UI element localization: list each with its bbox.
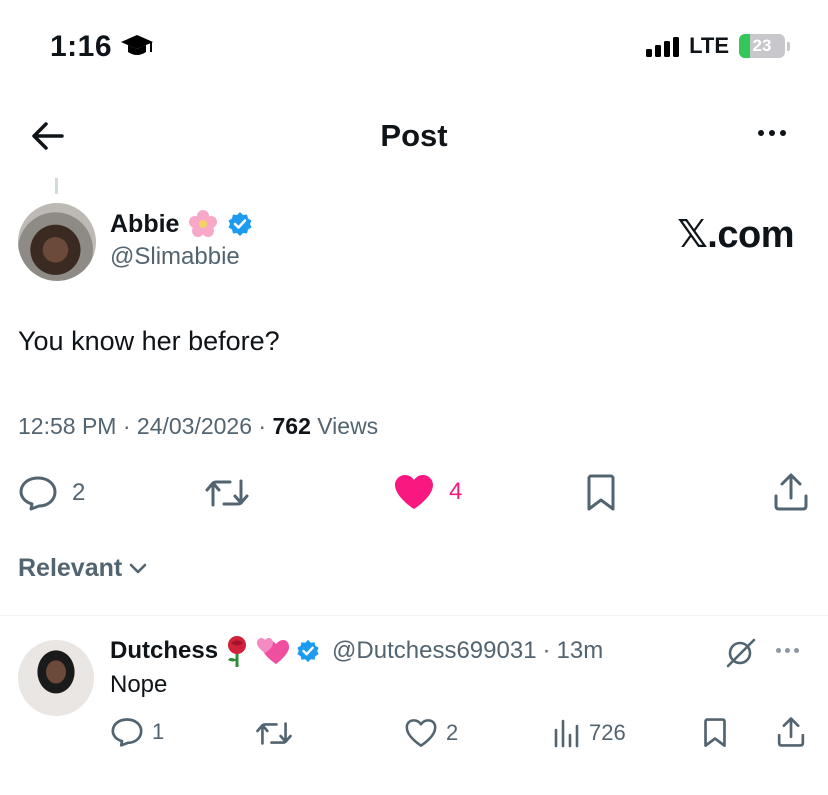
like-button[interactable]: 4 [393, 473, 462, 511]
rose-emoji-icon [228, 636, 247, 667]
repost-button[interactable] [204, 477, 250, 509]
post-date: 24/03/2026 [136, 413, 253, 439]
reply-header: Dutchess @Dutchess699031 · 13m [110, 634, 603, 668]
post-text: You know her before? [18, 326, 280, 356]
reply-more-options-icon[interactable] [776, 648, 799, 653]
divider [0, 615, 828, 616]
battery-fill [739, 34, 750, 58]
page-title: Post [380, 118, 448, 153]
reply-icon [111, 718, 143, 747]
battery-text: 23 [752, 36, 772, 55]
reply-icon [19, 476, 57, 511]
thread-line [55, 178, 58, 194]
signal-icon [646, 35, 680, 57]
reply-button[interactable]: 2 [18, 475, 85, 511]
views-label: Views [317, 413, 379, 439]
reply-text: Nope [110, 671, 168, 698]
hearts-emoji-icon [257, 638, 290, 664]
reply-bookmark-icon[interactable] [701, 718, 729, 748]
bookmark-icon[interactable] [584, 474, 618, 512]
reply-repost-button[interactable] [255, 720, 293, 747]
grok-icon[interactable] [724, 636, 758, 670]
more-options-icon[interactable] [758, 120, 786, 146]
verified-badge-icon [228, 212, 252, 236]
graduation-cap-icon [121, 35, 154, 55]
clock-text: 1:16 [50, 30, 113, 63]
battery-icon: 23 [739, 34, 790, 58]
share-icon[interactable] [772, 472, 810, 512]
reply-views-button[interactable]: 726 [553, 718, 626, 748]
reply-like-button[interactable]: 2 [404, 718, 458, 748]
author-name-row[interactable]: Abbie [110, 208, 253, 240]
repost-icon [205, 479, 249, 507]
reply-count: 2 [72, 479, 86, 506]
repost-icon [256, 722, 292, 745]
sort-dropdown[interactable]: Relevant [18, 554, 148, 583]
heart-outline-icon [405, 719, 437, 747]
author-avatar[interactable] [18, 203, 96, 281]
reply-reply-button[interactable]: 1 [110, 717, 164, 747]
author-handle[interactable]: @Slimabbie [110, 243, 240, 271]
author-name: Abbie [110, 209, 180, 238]
heart-filled-icon [395, 475, 433, 509]
chevron-down-icon [129, 563, 147, 573]
reply-time: 13m [556, 637, 604, 664]
post-time: 12:58 PM [18, 413, 117, 439]
reply-author-avatar[interactable] [18, 640, 94, 716]
flower-emoji-icon [189, 210, 218, 237]
sort-label: Relevant [18, 554, 123, 582]
views-chart-icon [554, 719, 579, 748]
like-count: 4 [449, 478, 463, 505]
verified-badge-icon [297, 639, 319, 663]
status-indicators: LTE 23 [646, 33, 790, 59]
reply-reply-count: 1 [152, 719, 165, 744]
views-count: 762 [272, 413, 311, 439]
status-time: 1:16 [50, 30, 154, 64]
post-meta: 12:58 PM · 24/03/2026 · 762 Views [18, 413, 379, 439]
reply-separator: · [542, 637, 551, 664]
reply-author-name[interactable]: Dutchess [110, 637, 218, 665]
reply-like-count: 2 [446, 720, 459, 745]
reply-views-count: 726 [589, 720, 626, 745]
network-label: LTE [689, 33, 729, 58]
reply-share-icon[interactable] [776, 716, 806, 748]
reply-author-handle[interactable]: @Dutchess699031 [332, 637, 537, 665]
x-com-watermark: 𝕏.com [677, 214, 794, 256]
